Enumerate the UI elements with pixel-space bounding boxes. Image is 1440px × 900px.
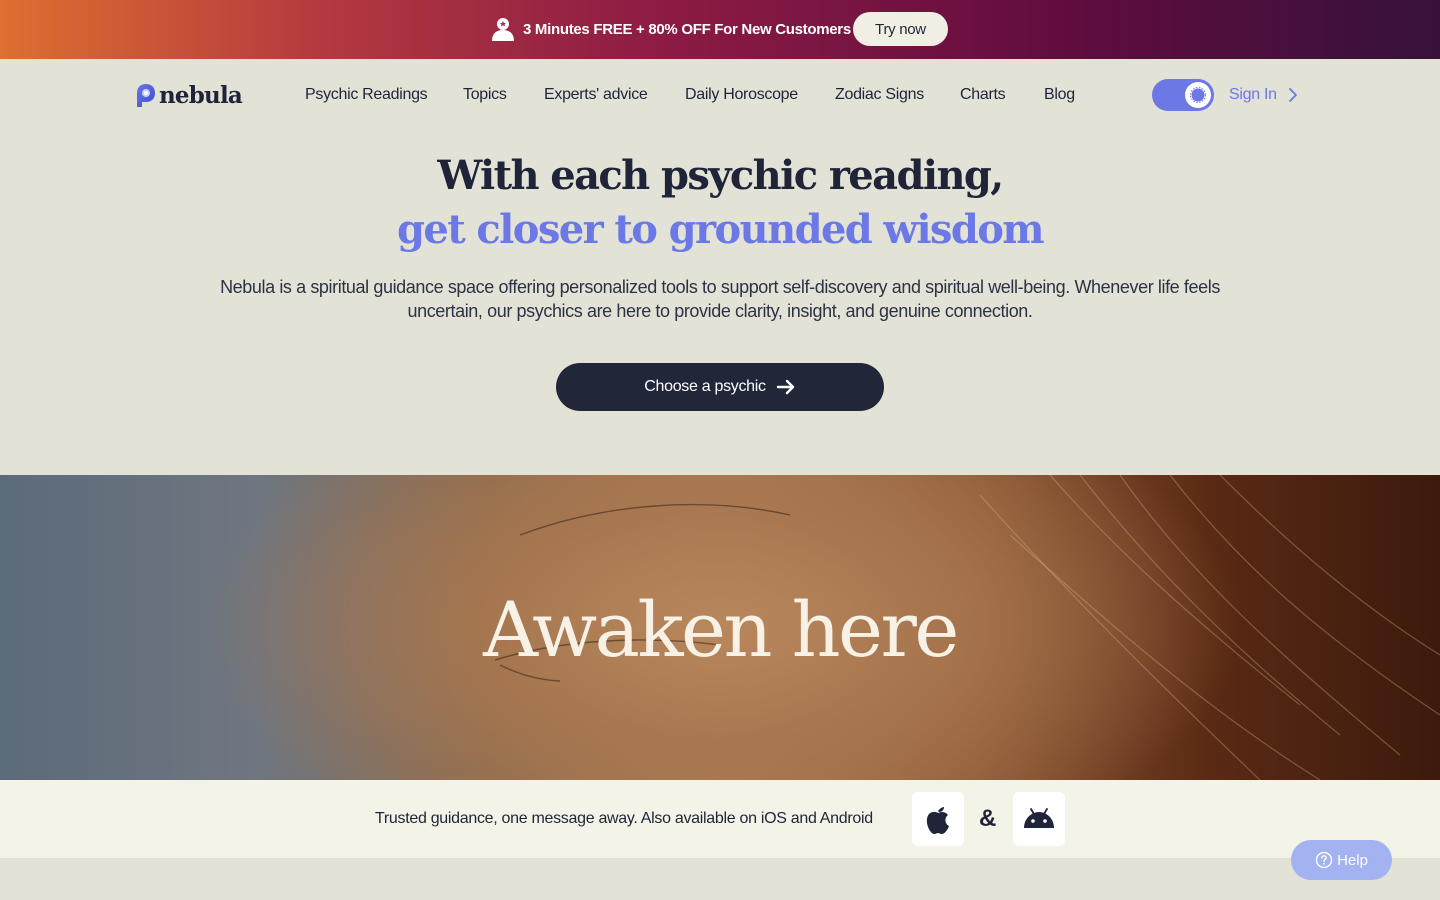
hero-description: Nebula is a spiritual guidance space off… — [220, 277, 1220, 321]
help-label: Help — [1337, 851, 1368, 869]
choose-psychic-button[interactable]: Choose a psychic — [556, 363, 884, 411]
app-availability-text: Trusted guidance, one message away. Also… — [375, 810, 873, 827]
nav-experts-advice[interactable]: Experts' advice — [544, 86, 648, 104]
try-now-button[interactable]: Try now — [853, 12, 948, 46]
logo-text: nebula — [159, 82, 243, 109]
chevron-right-icon[interactable] — [1286, 87, 1300, 103]
android-icon — [1024, 808, 1054, 828]
nav-psychic-readings[interactable]: Psychic Readings — [305, 86, 428, 104]
toggle-knob — [1185, 82, 1211, 108]
nav-topics[interactable]: Topics — [463, 86, 507, 104]
banner-image: Awaken here — [0, 475, 1440, 780]
nav-charts[interactable]: Charts — [960, 86, 1006, 104]
sun-icon — [1190, 87, 1206, 103]
sign-in-link[interactable]: Sign In — [1229, 86, 1277, 104]
apps-separator: & — [979, 805, 997, 832]
android-app-button[interactable] — [1013, 792, 1065, 846]
nav-daily-horoscope[interactable]: Daily Horoscope — [685, 86, 798, 104]
theme-toggle[interactable] — [1152, 79, 1214, 111]
hero-title-line1: With each psychic reading, — [437, 152, 1004, 199]
nav-blog[interactable]: Blog — [1044, 86, 1075, 104]
promo-bar: 3 Minutes FREE + 80% OFF For New Custome… — [0, 0, 1440, 59]
question-circle-icon — [1315, 851, 1333, 869]
user-gift-icon — [492, 18, 514, 41]
logo[interactable]: nebula — [135, 82, 243, 109]
banner-title: Awaken here — [483, 585, 959, 674]
promo-text: 3 Minutes FREE + 80% OFF For New Custome… — [523, 21, 851, 38]
ios-app-button[interactable] — [912, 792, 964, 846]
apple-icon — [926, 807, 949, 834]
cta-label: Choose a psychic — [644, 378, 766, 395]
nav-zodiac-signs[interactable]: Zodiac Signs — [835, 86, 924, 104]
hero-title-line2: get closer to grounded wisdom — [396, 206, 1045, 253]
help-button[interactable]: Help — [1291, 840, 1392, 880]
nebula-logo-icon — [137, 83, 155, 107]
arrow-right-icon — [776, 379, 794, 395]
